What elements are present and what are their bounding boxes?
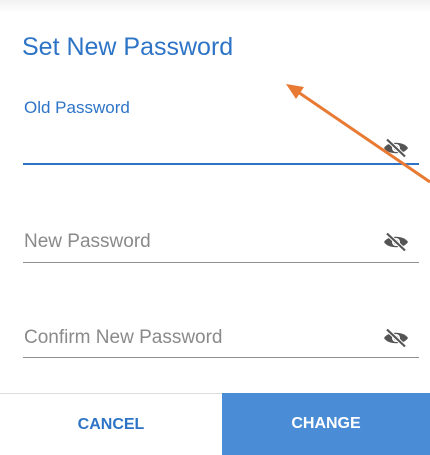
confirm-password-placeholder: Confirm New Password	[24, 327, 223, 348]
eye-off-icon[interactable]	[383, 138, 409, 158]
old-password-field[interactable]: Old Password	[23, 98, 419, 168]
new-password-placeholder: New Password	[24, 231, 151, 252]
new-password-field[interactable]: New Password	[23, 228, 419, 268]
confirm-password-underline	[23, 357, 419, 358]
old-password-label: Old Password	[24, 98, 130, 117]
eye-off-icon[interactable]	[383, 328, 409, 348]
cancel-button[interactable]: CANCEL	[0, 393, 222, 455]
new-password-underline	[23, 262, 419, 263]
confirm-password-field[interactable]: Confirm New Password	[23, 324, 419, 364]
eye-off-icon[interactable]	[383, 232, 409, 252]
dialog-title: Set New Password	[22, 33, 234, 61]
change-button[interactable]: CHANGE	[222, 393, 430, 455]
old-password-underline	[23, 163, 419, 165]
dialog-top-shadow	[0, 0, 430, 14]
set-password-dialog: Set New Password Old Password New Passwo…	[0, 0, 430, 455]
dialog-footer: CANCEL CHANGE	[0, 393, 430, 455]
